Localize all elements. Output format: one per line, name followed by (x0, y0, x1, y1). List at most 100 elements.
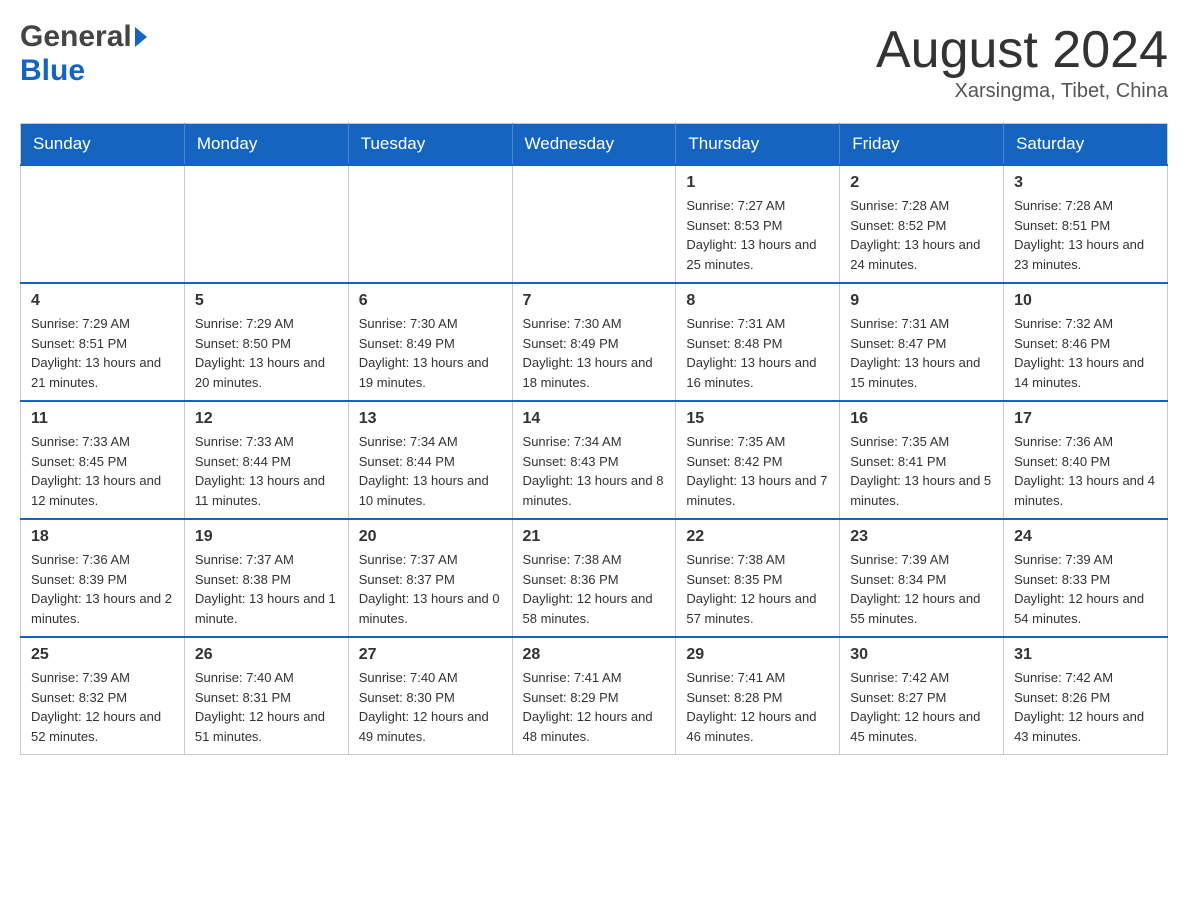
calendar-cell (348, 165, 512, 283)
calendar-week-row: 11 Sunrise: 7:33 AM Sunset: 8:45 PM Dayli… (21, 401, 1168, 519)
day-number: 8 (686, 292, 829, 310)
calendar-cell: 25 Sunrise: 7:39 AM Sunset: 8:32 PM Dayli… (21, 637, 185, 755)
day-info: Sunrise: 7:36 AM Sunset: 8:39 PM Dayligh… (31, 550, 174, 628)
day-number: 30 (850, 646, 993, 664)
day-info: Sunrise: 7:35 AM Sunset: 8:41 PM Dayligh… (850, 432, 993, 510)
day-number: 31 (1014, 646, 1157, 664)
day-info: Sunrise: 7:39 AM Sunset: 8:32 PM Dayligh… (31, 668, 174, 746)
calendar-day-header: Wednesday (512, 124, 676, 166)
day-info: Sunrise: 7:29 AM Sunset: 8:51 PM Dayligh… (31, 314, 174, 392)
calendar-cell (512, 165, 676, 283)
day-number: 16 (850, 410, 993, 428)
day-number: 12 (195, 410, 338, 428)
day-info: Sunrise: 7:40 AM Sunset: 8:31 PM Dayligh… (195, 668, 338, 746)
calendar-cell: 3 Sunrise: 7:28 AM Sunset: 8:51 PM Daylig… (1004, 165, 1168, 283)
calendar-cell: 24 Sunrise: 7:39 AM Sunset: 8:33 PM Dayli… (1004, 519, 1168, 637)
day-number: 18 (31, 528, 174, 546)
day-info: Sunrise: 7:29 AM Sunset: 8:50 PM Dayligh… (195, 314, 338, 392)
day-number: 29 (686, 646, 829, 664)
day-number: 5 (195, 292, 338, 310)
calendar-table: SundayMondayTuesdayWednesdayThursdayFrid… (20, 123, 1168, 755)
day-number: 22 (686, 528, 829, 546)
logo: General Blue (20, 20, 147, 88)
logo-arrow-icon (135, 27, 147, 47)
day-number: 10 (1014, 292, 1157, 310)
page-header: General Blue August 2024 Xarsingma, Tibe… (20, 20, 1168, 103)
day-info: Sunrise: 7:39 AM Sunset: 8:33 PM Dayligh… (1014, 550, 1157, 628)
day-number: 20 (359, 528, 502, 546)
calendar-cell: 21 Sunrise: 7:38 AM Sunset: 8:36 PM Dayli… (512, 519, 676, 637)
calendar-cell: 14Sunrise: 7:34 AM Sunset: 8:43 PM Dayli… (512, 401, 676, 519)
calendar-cell: 22 Sunrise: 7:38 AM Sunset: 8:35 PM Dayli… (676, 519, 840, 637)
day-info: Sunrise: 7:40 AM Sunset: 8:30 PM Dayligh… (359, 668, 502, 746)
day-info: Sunrise: 7:42 AM Sunset: 8:26 PM Dayligh… (1014, 668, 1157, 746)
day-info: Sunrise: 7:38 AM Sunset: 8:36 PM Dayligh… (523, 550, 666, 628)
calendar-cell: 16 Sunrise: 7:35 AM Sunset: 8:41 PM Dayli… (840, 401, 1004, 519)
calendar-cell: 23Sunrise: 7:39 AM Sunset: 8:34 PM Dayli… (840, 519, 1004, 637)
logo-general-text: General (20, 20, 132, 54)
day-info: Sunrise: 7:37 AM Sunset: 8:38 PM Dayligh… (195, 550, 338, 628)
day-number: 17 (1014, 410, 1157, 428)
day-number: 6 (359, 292, 502, 310)
day-number: 2 (850, 174, 993, 192)
day-info: Sunrise: 7:42 AM Sunset: 8:27 PM Dayligh… (850, 668, 993, 746)
calendar-week-row: 4 Sunrise: 7:29 AM Sunset: 8:51 PM Daylig… (21, 283, 1168, 401)
day-number: 19 (195, 528, 338, 546)
day-info: Sunrise: 7:31 AM Sunset: 8:47 PM Dayligh… (850, 314, 993, 392)
day-info: Sunrise: 7:32 AM Sunset: 8:46 PM Dayligh… (1014, 314, 1157, 392)
day-number: 26 (195, 646, 338, 664)
day-info: Sunrise: 7:36 AM Sunset: 8:40 PM Dayligh… (1014, 432, 1157, 510)
day-info: Sunrise: 7:38 AM Sunset: 8:35 PM Dayligh… (686, 550, 829, 628)
calendar-day-header: Monday (184, 124, 348, 166)
day-info: Sunrise: 7:41 AM Sunset: 8:29 PM Dayligh… (523, 668, 666, 746)
calendar-cell: 13Sunrise: 7:34 AM Sunset: 8:44 PM Dayli… (348, 401, 512, 519)
day-number: 11 (31, 410, 174, 428)
day-info: Sunrise: 7:37 AM Sunset: 8:37 PM Dayligh… (359, 550, 502, 628)
day-number: 7 (523, 292, 666, 310)
day-info: Sunrise: 7:34 AM Sunset: 8:43 PM Dayligh… (523, 432, 666, 510)
day-number: 24 (1014, 528, 1157, 546)
calendar-cell: 30 Sunrise: 7:42 AM Sunset: 8:27 PM Dayli… (840, 637, 1004, 755)
day-number: 15 (686, 410, 829, 428)
calendar-cell: 18 Sunrise: 7:36 AM Sunset: 8:39 PM Dayli… (21, 519, 185, 637)
day-info: Sunrise: 7:31 AM Sunset: 8:48 PM Dayligh… (686, 314, 829, 392)
calendar-header-row: SundayMondayTuesdayWednesdayThursdayFrid… (21, 124, 1168, 166)
calendar-day-header: Friday (840, 124, 1004, 166)
day-number: 3 (1014, 174, 1157, 192)
logo-blue-text: Blue (20, 54, 85, 87)
calendar-cell: 29Sunrise: 7:41 AM Sunset: 8:28 PM Dayli… (676, 637, 840, 755)
calendar-cell: 10 Sunrise: 7:32 AM Sunset: 8:46 PM Dayli… (1004, 283, 1168, 401)
day-info: Sunrise: 7:33 AM Sunset: 8:45 PM Dayligh… (31, 432, 174, 510)
calendar-cell: 12Sunrise: 7:33 AM Sunset: 8:44 PM Dayli… (184, 401, 348, 519)
day-number: 21 (523, 528, 666, 546)
calendar-day-header: Thursday (676, 124, 840, 166)
calendar-cell: 15 Sunrise: 7:35 AM Sunset: 8:42 PM Dayli… (676, 401, 840, 519)
calendar-cell: 2 Sunrise: 7:28 AM Sunset: 8:52 PM Daylig… (840, 165, 1004, 283)
calendar-cell: 9 Sunrise: 7:31 AM Sunset: 8:47 PM Daylig… (840, 283, 1004, 401)
calendar-cell: 26 Sunrise: 7:40 AM Sunset: 8:31 PM Dayli… (184, 637, 348, 755)
day-info: Sunrise: 7:28 AM Sunset: 8:51 PM Dayligh… (1014, 196, 1157, 274)
day-number: 25 (31, 646, 174, 664)
calendar-cell: 7 Sunrise: 7:30 AM Sunset: 8:49 PM Daylig… (512, 283, 676, 401)
day-number: 28 (523, 646, 666, 664)
day-info: Sunrise: 7:35 AM Sunset: 8:42 PM Dayligh… (686, 432, 829, 510)
calendar-cell: 1Sunrise: 7:27 AM Sunset: 8:53 PM Daylig… (676, 165, 840, 283)
day-number: 4 (31, 292, 174, 310)
day-info: Sunrise: 7:30 AM Sunset: 8:49 PM Dayligh… (523, 314, 666, 392)
calendar-cell: 4 Sunrise: 7:29 AM Sunset: 8:51 PM Daylig… (21, 283, 185, 401)
day-info: Sunrise: 7:28 AM Sunset: 8:52 PM Dayligh… (850, 196, 993, 274)
day-info: Sunrise: 7:34 AM Sunset: 8:44 PM Dayligh… (359, 432, 502, 510)
calendar-cell: 5 Sunrise: 7:29 AM Sunset: 8:50 PM Daylig… (184, 283, 348, 401)
calendar-cell: 8 Sunrise: 7:31 AM Sunset: 8:48 PM Daylig… (676, 283, 840, 401)
calendar-day-header: Saturday (1004, 124, 1168, 166)
day-info: Sunrise: 7:39 AM Sunset: 8:34 PM Dayligh… (850, 550, 993, 628)
calendar-cell: 27 Sunrise: 7:40 AM Sunset: 8:30 PM Dayli… (348, 637, 512, 755)
day-number: 27 (359, 646, 502, 664)
day-number: 9 (850, 292, 993, 310)
calendar-cell: 31 Sunrise: 7:42 AM Sunset: 8:26 PM Dayli… (1004, 637, 1168, 755)
calendar-cell: 28 Sunrise: 7:41 AM Sunset: 8:29 PM Dayli… (512, 637, 676, 755)
calendar-day-header: Sunday (21, 124, 185, 166)
calendar-cell (184, 165, 348, 283)
calendar-cell: 11 Sunrise: 7:33 AM Sunset: 8:45 PM Dayli… (21, 401, 185, 519)
calendar-cell: 19 Sunrise: 7:37 AM Sunset: 8:38 PM Dayli… (184, 519, 348, 637)
